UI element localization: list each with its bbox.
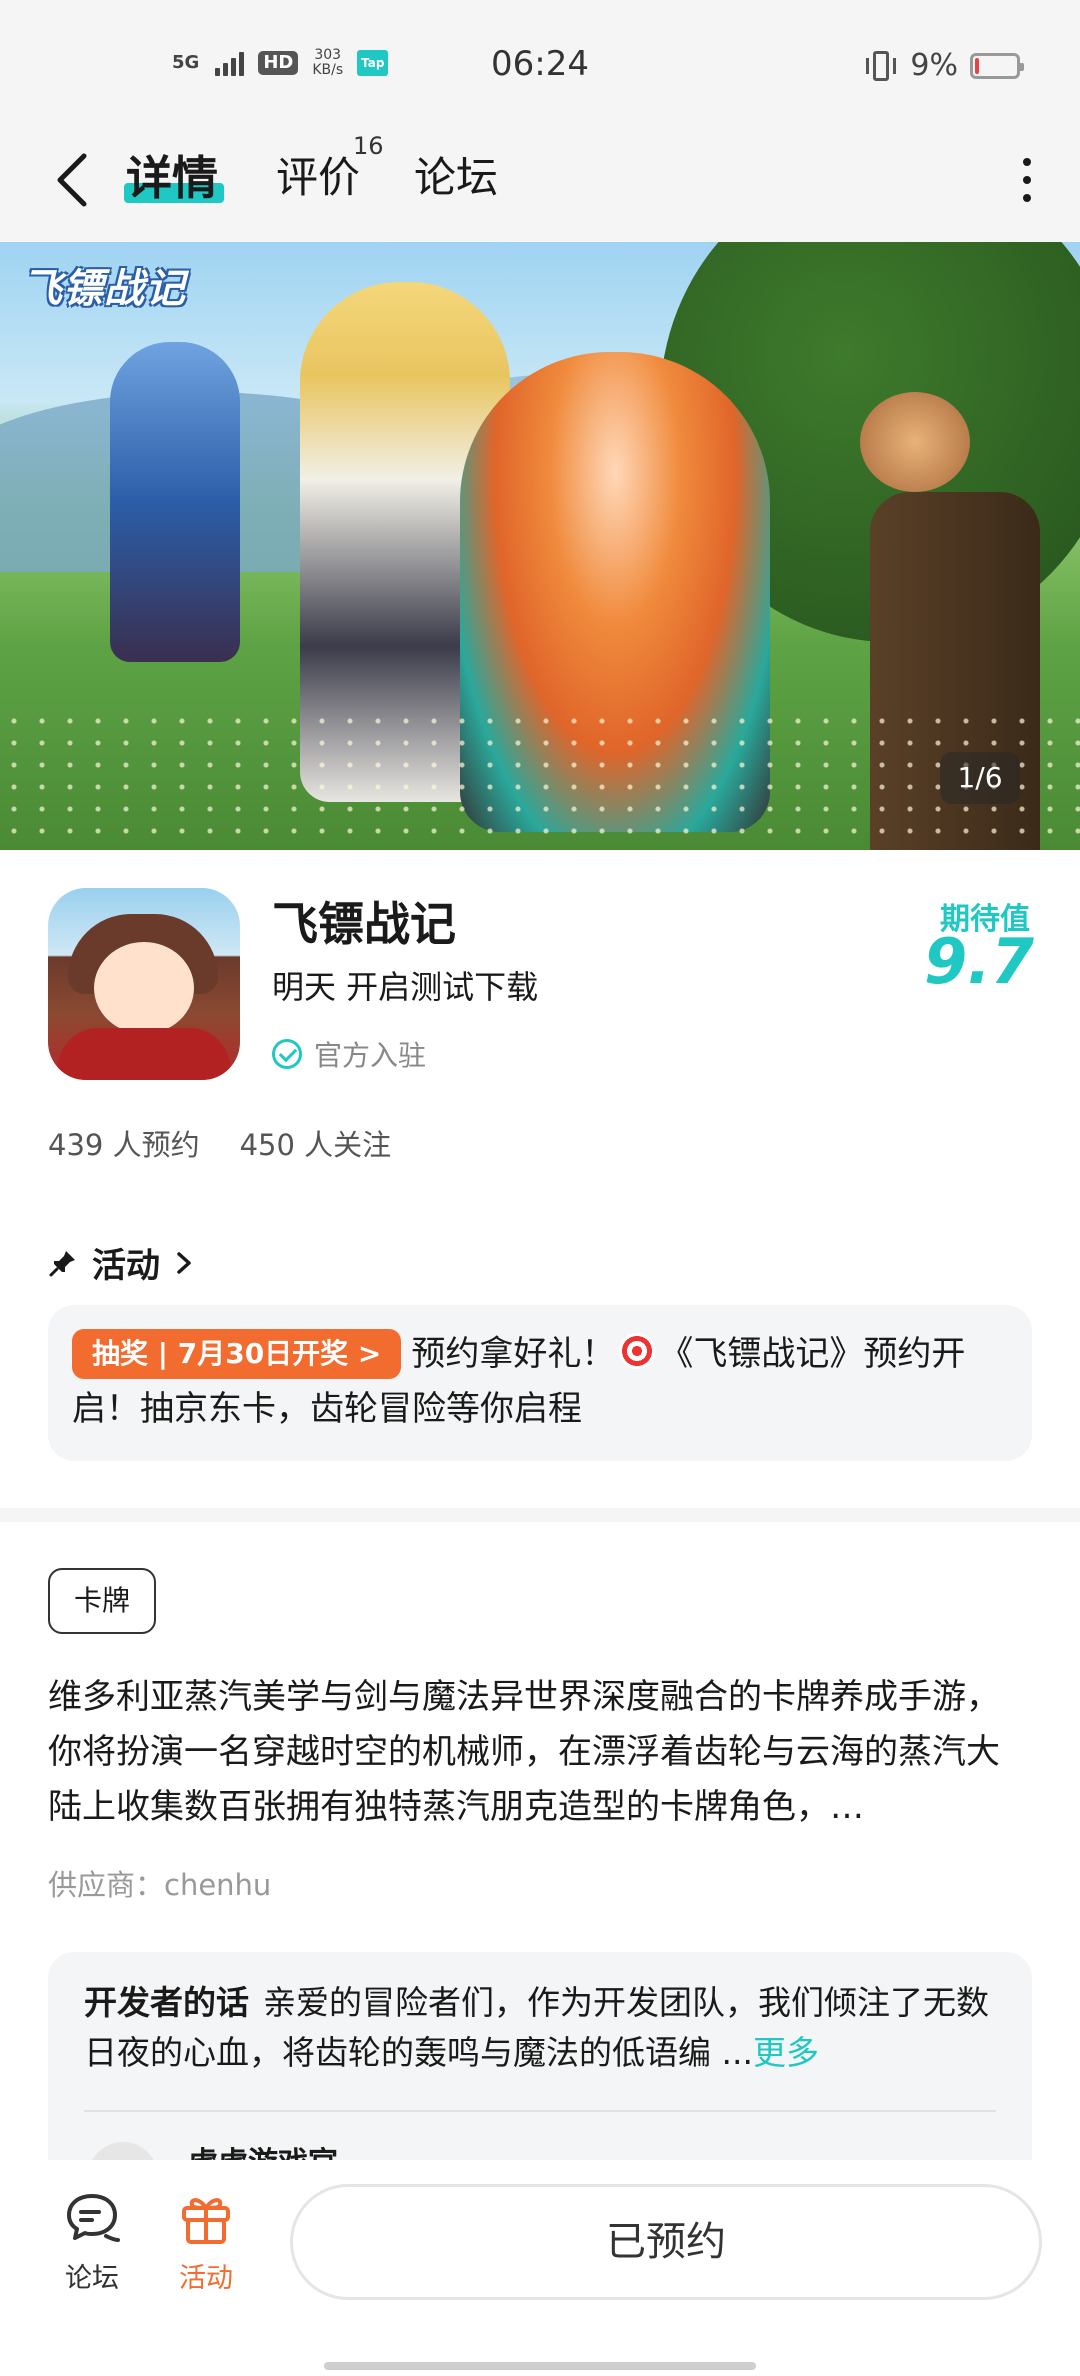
screenshot-carousel[interactable]: 飞镖战记 1/6 [0, 242, 1080, 850]
chevron-right-icon [177, 1251, 191, 1274]
follower-count: 450 人关注 [239, 1128, 392, 1162]
back-button[interactable] [48, 148, 98, 212]
app-release-status: 明天 开启测试下载 [272, 968, 539, 1006]
check-circle-icon [272, 1039, 302, 1069]
more-vertical-icon [1023, 158, 1031, 166]
bottom-action-bar: 论坛 活动 已预约 [0, 2160, 1080, 2376]
battery-percent: 9% [910, 48, 958, 83]
tab-forum[interactable]: 论坛 [414, 148, 498, 208]
carousel-page-indicator: 1/6 [940, 752, 1020, 804]
vibrate-icon [864, 50, 898, 81]
pin-icon [49, 1250, 75, 1276]
target-icon [619, 1333, 656, 1369]
activity-nav-button[interactable]: 活动 [156, 2188, 256, 2295]
tab-details[interactable]: 详情 [126, 148, 218, 208]
more-options-button[interactable] [1012, 150, 1042, 210]
chat-bubble-icon [67, 2194, 120, 2242]
developer-note-card[interactable]: 开发者的话 亲爱的冒险者们，作为开发团队，我们倾注了无数日夜的心血，将齿轮的轰鸣与… [48, 1952, 1032, 2162]
header-nav: 详情 评价 16 论坛 [0, 120, 1080, 242]
lottery-badge: 抽奖 | 7月30日开奖 > [72, 1329, 402, 1379]
reserved-button[interactable]: 已预约 [290, 2184, 1042, 2300]
section-divider [0, 1508, 1080, 1522]
genre-tag[interactable]: 卡牌 [48, 1568, 157, 1634]
home-indicator[interactable] [324, 2362, 756, 2370]
more-link[interactable]: 更多 [753, 2033, 819, 2072]
gift-icon [182, 2198, 230, 2244]
reservation-count: 439 人预约 [48, 1128, 200, 1162]
avatar [88, 2142, 158, 2162]
developer-name: 虎虎游戏官 [188, 2138, 338, 2162]
forum-nav-button[interactable]: 论坛 [42, 2188, 142, 2295]
developer-note-title: 开发者的话 [84, 1983, 249, 2022]
expectation-score: 9.7 [924, 925, 1034, 998]
status-bar: 5G HD 303 KB/s Tap 06:24 9% [0, 0, 1080, 120]
official-verified: 官方入驻 [272, 1034, 426, 1074]
banner-character [110, 342, 240, 662]
app-stats: 439 人预约 450 人关注 [48, 1122, 391, 1164]
activity-header[interactable]: 活动 [48, 1238, 194, 1287]
banner-game-logo: 飞镖战记 [22, 266, 186, 312]
tab-reviews[interactable]: 评价 [276, 148, 360, 208]
status-right-icons: 9% [864, 48, 1024, 83]
activity-card[interactable]: 抽奖 | 7月30日开奖 > 预约拿好礼！ 《飞镖战记》预约开启！抽京东卡，齿轮冒险… [48, 1305, 1032, 1461]
activity-title: 活动 [92, 1246, 160, 1286]
game-description[interactable]: 维多利亚蒸汽美学与剑与魔法异世界深度融合的卡牌养成手游，你将扮演一名穿越时空的机… [48, 1670, 1032, 1835]
app-icon [48, 888, 240, 1080]
divider [84, 2110, 996, 2112]
banner-critter [860, 392, 970, 492]
chevron-left-icon [57, 153, 87, 207]
battery-icon [970, 52, 1024, 79]
app-name: 飞镖战记 [272, 897, 456, 951]
supplier-info: 供应商：chenhu [48, 1868, 272, 1902]
reviews-count-badge: 16 [353, 132, 384, 160]
